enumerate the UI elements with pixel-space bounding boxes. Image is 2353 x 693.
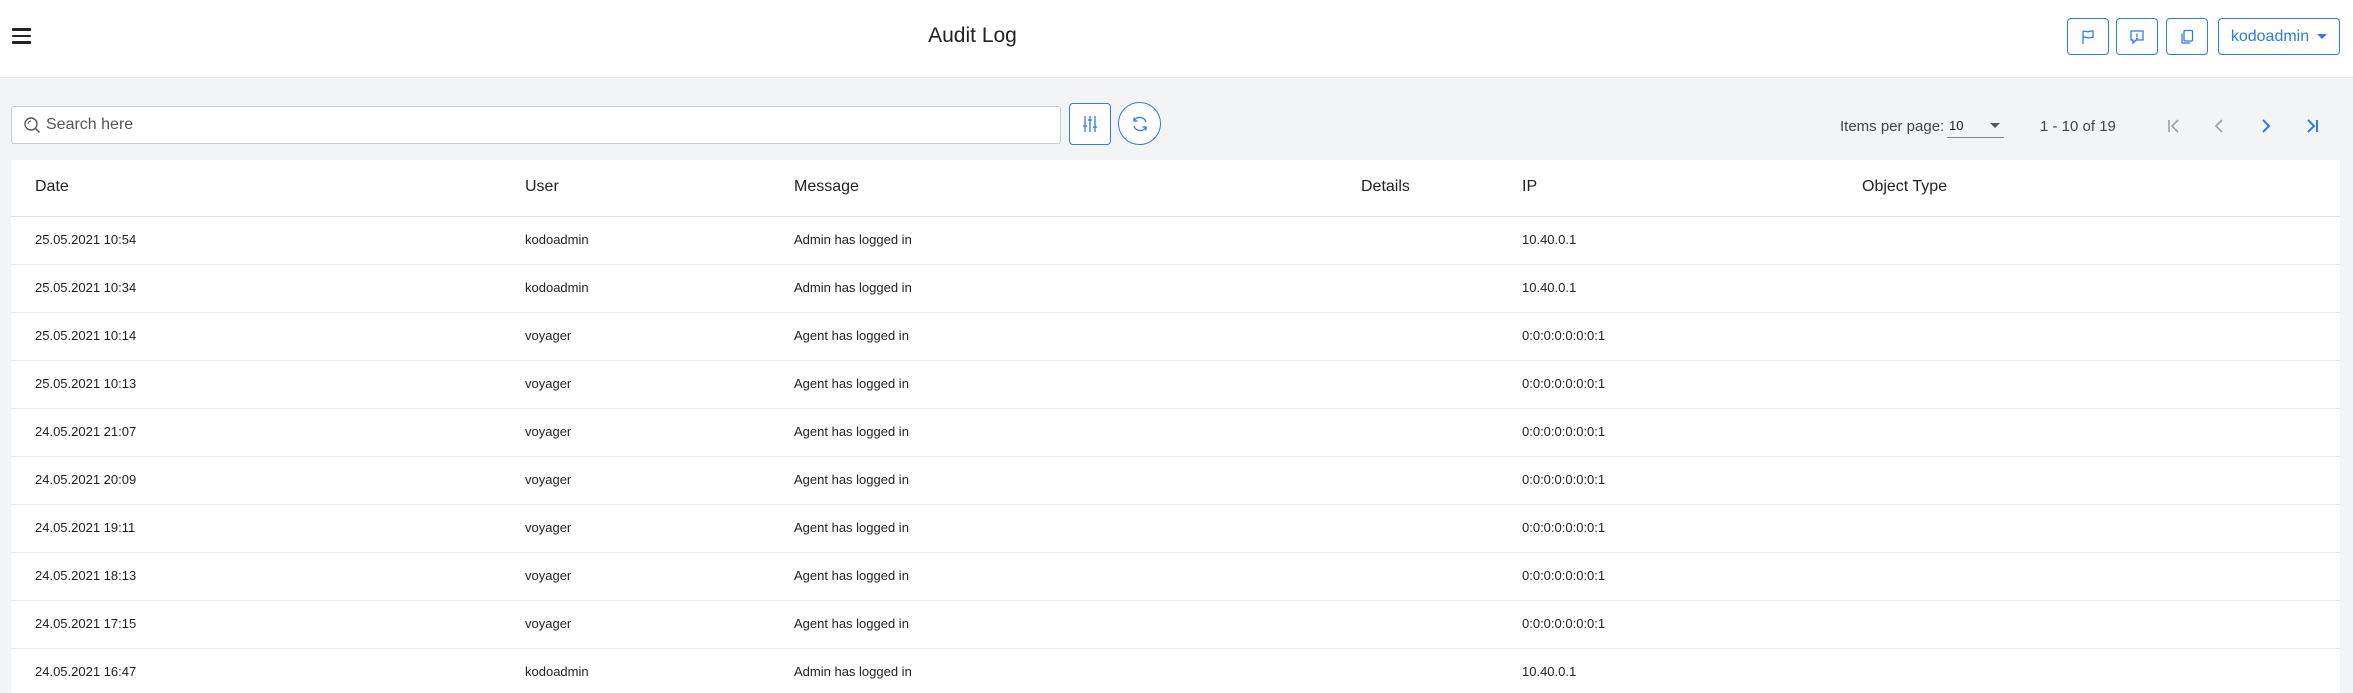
table-row[interactable]: 25.05.2021 10:14 voyager Agent has logged … (11, 313, 2340, 361)
cell-ip: 0:0:0:0:0:0:0:1 (1522, 328, 1606, 343)
page-title: Audit Log (928, 24, 1017, 47)
filter-button[interactable] (1069, 103, 1111, 145)
cell-user: kodoadmin (525, 232, 589, 247)
chevron-down-icon (2317, 34, 2328, 39)
cell-date: 24.05.2021 18:13 (35, 568, 137, 583)
cell-ip: 0:0:0:0:0:0:0:1 (1522, 424, 1606, 439)
cell-message: Agent has logged in (794, 616, 909, 631)
cell-ip: 0:0:0:0:0:0:0:1 (1522, 472, 1606, 487)
cell-date: 24.05.2021 19:11 (35, 520, 136, 535)
user-menu-button[interactable]: kodoadmin (2218, 18, 2340, 55)
cell-ip: 0:0:0:0:0:0:0:1 (1522, 520, 1606, 535)
cell-date: 25.05.2021 10:54 (35, 232, 137, 247)
cell-message: Agent has logged in (794, 520, 909, 535)
cell-ip: 10.40.0.1 (1522, 280, 1577, 295)
column-header-user[interactable]: User (525, 178, 559, 196)
table-row[interactable]: 24.05.2021 16:47 kodoadmin Admin has logge… (11, 649, 2340, 693)
search-box (11, 106, 1061, 144)
table-row[interactable]: 25.05.2021 10:54 kodoadmin Admin has logge… (11, 217, 2340, 265)
table-body: 25.05.2021 10:54 kodoadmin Admin has logge… (11, 217, 2340, 693)
feedback-button[interactable] (2116, 18, 2158, 55)
pagination-range-label: 1 - 10 of 19 (2040, 118, 2116, 135)
column-header-ip[interactable]: IP (1522, 178, 1537, 196)
cell-message: Agent has logged in (794, 568, 909, 583)
cell-ip: 0:0:0:0:0:0:0:1 (1522, 568, 1606, 583)
app-header: Audit Log kodoadmin (0, 0, 2353, 78)
search-icon (12, 116, 46, 134)
cell-message: Agent has logged in (794, 424, 909, 439)
table-row[interactable]: 24.05.2021 19:11 voyager Agent has logged … (11, 505, 2340, 553)
cell-ip: 10.40.0.1 (1522, 664, 1577, 679)
first-page-button[interactable] (2160, 112, 2188, 140)
table-row[interactable]: 24.05.2021 18:13 voyager Agent has logged … (11, 553, 2340, 601)
cell-user: voyager (525, 376, 572, 391)
items-per-page-label: Items per page: (1840, 118, 1945, 135)
next-page-button[interactable] (2252, 112, 2280, 140)
chevron-right-icon (2262, 119, 2271, 133)
cell-message: Agent has logged in (794, 328, 909, 343)
cell-date: 24.05.2021 16:47 (35, 664, 137, 679)
table-row[interactable]: 25.05.2021 10:13 voyager Agent has logged … (11, 361, 2340, 409)
cell-date: 24.05.2021 21:07 (35, 424, 137, 439)
flag-button[interactable] (2067, 18, 2109, 55)
search-input[interactable] (46, 107, 1060, 143)
cell-user: voyager (525, 568, 572, 583)
cell-ip: 0:0:0:0:0:0:0:1 (1522, 376, 1606, 391)
sliders-icon (1083, 116, 1097, 132)
cell-date: 25.05.2021 10:13 (35, 376, 137, 391)
cell-user: kodoadmin (525, 664, 589, 679)
cell-date: 24.05.2021 20:09 (35, 472, 137, 487)
copy-button[interactable] (2166, 18, 2208, 55)
cell-message: Admin has logged in (794, 664, 912, 679)
cell-date: 25.05.2021 10:34 (35, 280, 137, 295)
chevron-down-icon (1990, 123, 2000, 128)
items-per-page-select[interactable]: 10 (1947, 114, 2004, 138)
cell-user: voyager (525, 616, 572, 631)
items-per-page-value: 10 (1949, 118, 1964, 133)
audit-log-table: Date User Message Details IP Object Type… (11, 160, 2340, 693)
column-header-message[interactable]: Message (794, 178, 859, 196)
cell-message: Agent has logged in (794, 472, 909, 487)
first-page-icon (2168, 119, 2179, 133)
last-page-button[interactable] (2298, 112, 2326, 140)
cell-user: voyager (525, 424, 572, 439)
table-row[interactable]: 24.05.2021 17:15 voyager Agent has logged … (11, 601, 2340, 649)
cell-user: voyager (525, 520, 572, 535)
refresh-button[interactable] (1118, 102, 1161, 145)
cell-user: kodoadmin (525, 280, 589, 295)
table-row[interactable]: 24.05.2021 21:07 voyager Agent has logged … (11, 409, 2340, 457)
refresh-icon (1132, 116, 1147, 131)
cell-user: voyager (525, 328, 572, 343)
last-page-icon (2307, 119, 2318, 133)
cell-message: Admin has logged in (794, 232, 912, 247)
copy-icon (2181, 29, 2194, 44)
cell-user: voyager (525, 472, 572, 487)
cell-date: 24.05.2021 17:15 (35, 616, 137, 631)
cell-ip: 10.40.0.1 (1522, 232, 1577, 247)
chevron-left-icon (2214, 119, 2223, 133)
column-header-object-type[interactable]: Object Type (1862, 178, 1947, 196)
cell-message: Admin has logged in (794, 280, 912, 295)
feedback-icon (2130, 29, 2144, 45)
cell-ip: 0:0:0:0:0:0:0:1 (1522, 616, 1606, 631)
table-header: Date User Message Details IP Object Type (11, 160, 2340, 217)
table-row[interactable]: 24.05.2021 20:09 voyager Agent has logged … (11, 457, 2340, 505)
column-header-date[interactable]: Date (35, 178, 69, 196)
previous-page-button[interactable] (2206, 112, 2234, 140)
cell-date: 25.05.2021 10:14 (35, 328, 137, 343)
table-row[interactable]: 25.05.2021 10:34 kodoadmin Admin has logge… (11, 265, 2340, 313)
flag-icon (2082, 29, 2094, 44)
user-menu-label: kodoadmin (2230, 27, 2310, 45)
cell-message: Agent has logged in (794, 376, 909, 391)
column-header-details[interactable]: Details (1361, 178, 1410, 196)
